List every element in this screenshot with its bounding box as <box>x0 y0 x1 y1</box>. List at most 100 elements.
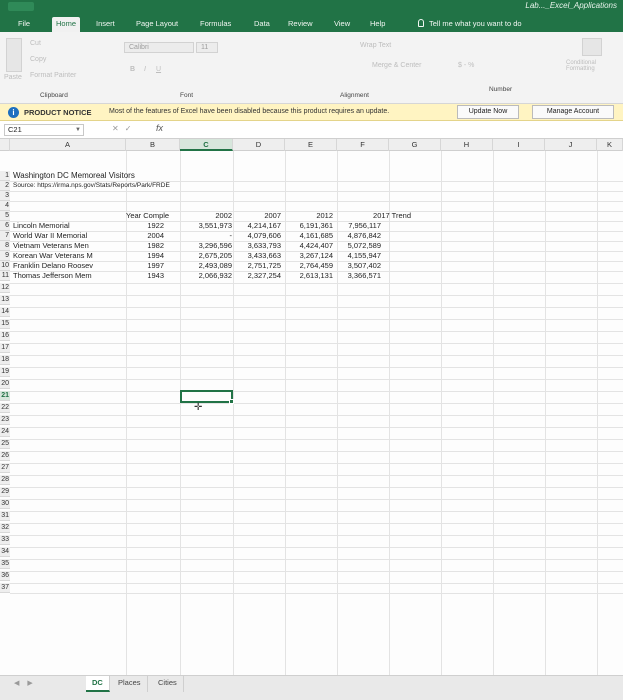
column-header-i[interactable]: I <box>493 139 545 151</box>
row-header[interactable]: 37 <box>0 583 10 593</box>
row-header[interactable]: 23 <box>0 415 10 425</box>
chevron-down-icon[interactable]: ▼ <box>75 125 81 135</box>
cell-2007[interactable]: 3,633,793 <box>233 241 281 251</box>
copy-button[interactable]: Copy <box>30 56 46 63</box>
cell-2002[interactable]: - <box>180 231 233 241</box>
cell-2002[interactable]: 2,066,932 <box>180 271 232 281</box>
italic-button[interactable]: I <box>144 66 146 73</box>
row-header[interactable]: 20 <box>0 379 10 389</box>
column-header-d[interactable]: D <box>233 139 285 151</box>
cell-year[interactable]: 1922 <box>126 221 164 231</box>
header-2017-trend[interactable]: 2017 Trend <box>337 211 411 221</box>
cell-2017[interactable]: 3,366,571 <box>337 271 381 281</box>
cell-name[interactable]: Lincoln Memorial <box>13 221 125 231</box>
row-header[interactable]: 9 <box>0 251 10 261</box>
row-header[interactable]: 19 <box>0 367 10 377</box>
conditional-formatting-icon[interactable] <box>582 38 602 56</box>
source-cell[interactable]: Source: https://irma.nps.gov/Stats/Repor… <box>13 181 170 191</box>
row-header[interactable]: 1 <box>0 171 10 181</box>
cell-name[interactable]: Korean War Veterans M <box>13 251 125 261</box>
row-header[interactable]: 11 <box>0 271 10 281</box>
column-header-e[interactable]: E <box>285 139 337 151</box>
cell-2017[interactable]: 4,155,947 <box>337 251 381 261</box>
row-header[interactable]: 36 <box>0 571 10 581</box>
column-header-c[interactable]: C <box>180 139 233 151</box>
row-header[interactable]: 15 <box>0 319 10 329</box>
cell-name[interactable]: Thomas Jefferson Mem <box>13 271 125 281</box>
cell-2007[interactable]: 4,079,606 <box>233 231 281 241</box>
row-header[interactable]: 29 <box>0 487 10 497</box>
column-header-a[interactable]: A <box>10 139 126 151</box>
cell-name[interactable]: World War II Memorial <box>13 231 125 241</box>
column-header-g[interactable]: G <box>389 139 441 151</box>
cell-2007[interactable]: 2,327,254 <box>233 271 281 281</box>
fill-handle[interactable] <box>229 399 234 404</box>
tab-home[interactable]: Home <box>52 17 81 32</box>
column-header-f[interactable]: F <box>337 139 389 151</box>
cell-2002[interactable]: 2,675,205 <box>180 251 232 261</box>
select-all-corner[interactable] <box>0 139 10 151</box>
font-size-select[interactable]: 11 <box>196 42 218 53</box>
underline-button[interactable]: U <box>156 66 161 73</box>
row-header[interactable]: 24 <box>0 427 10 437</box>
header-year-complete[interactable]: Year Comple <box>126 211 180 221</box>
cell-year[interactable]: 1994 <box>126 251 164 261</box>
tab-file[interactable]: File <box>14 17 34 32</box>
row-header[interactable]: 2 <box>0 181 10 191</box>
tab-help[interactable]: Help <box>366 17 389 32</box>
active-cell-selection[interactable] <box>180 390 234 404</box>
row-header[interactable]: 3 <box>0 191 10 201</box>
header-2002[interactable]: 2002 <box>180 211 232 221</box>
row-header[interactable]: 33 <box>0 535 10 545</box>
column-header-k[interactable]: K <box>597 139 623 151</box>
row-header[interactable]: 32 <box>0 523 10 533</box>
row-header[interactable]: 5 <box>0 211 10 221</box>
row-header[interactable]: 10 <box>0 261 10 271</box>
header-2007[interactable]: 2007 <box>233 211 281 221</box>
row-header[interactable]: 7 <box>0 231 10 241</box>
column-header-b[interactable]: B <box>126 139 180 151</box>
cell-year[interactable]: 1943 <box>126 271 164 281</box>
cell-2012[interactable]: 2,613,131 <box>285 271 333 281</box>
wrap-text-button[interactable]: Wrap Text <box>360 42 391 49</box>
row-header[interactable]: 12 <box>0 283 10 293</box>
cell-2002[interactable]: 2,493,089 <box>180 261 232 271</box>
tell-me-search[interactable]: Tell me what you want to do <box>418 17 522 30</box>
cell-2012[interactable]: 4,161,685 <box>285 231 333 241</box>
column-header-h[interactable]: H <box>441 139 493 151</box>
paste-button[interactable] <box>6 38 22 72</box>
tab-page-layout[interactable]: Page Layout <box>132 17 182 32</box>
number-format-buttons[interactable]: $ - % <box>458 62 474 69</box>
row-header[interactable]: 6 <box>0 221 10 231</box>
cell-2017[interactable]: 3,507,402 <box>337 261 381 271</box>
manage-account-button[interactable]: Manage Account <box>532 105 614 119</box>
tab-formulas[interactable]: Formulas <box>196 17 235 32</box>
cell-name[interactable]: Franklin Delano Roosev <box>13 261 125 271</box>
fx-icon[interactable]: fx <box>156 123 163 133</box>
merge-center-button[interactable]: Merge & Center <box>372 62 421 69</box>
header-2012[interactable]: 2012 <box>285 211 333 221</box>
row-header[interactable]: 27 <box>0 463 10 473</box>
cell-2017[interactable]: 7,956,117 <box>337 221 381 231</box>
sheet-tab-dc[interactable]: DC <box>86 676 110 692</box>
row-header[interactable]: 4 <box>0 201 10 211</box>
tab-view[interactable]: View <box>330 17 354 32</box>
sheet-title-cell[interactable]: Washington DC Memoreal Visitors <box>13 171 135 181</box>
cut-button[interactable]: Cut <box>30 40 41 47</box>
cell-year[interactable]: 1997 <box>126 261 164 271</box>
row-header[interactable]: 28 <box>0 475 10 485</box>
cell-2012[interactable]: 2,764,459 <box>285 261 333 271</box>
worksheet-grid[interactable]: 1 2 3 4 5 6 7 8 9 10 11 12 13 14 15 16 1… <box>0 151 623 675</box>
bold-button[interactable]: B <box>130 66 135 73</box>
cell-2002[interactable]: 3,551,973 <box>180 221 232 231</box>
tab-insert[interactable]: Insert <box>92 17 119 32</box>
cell-name[interactable]: Vietnam Veterans Men <box>13 241 125 251</box>
cell-2017[interactable]: 4,876,842 <box>337 231 381 241</box>
conditional-formatting-button[interactable]: Conditional Formatting <box>566 60 622 72</box>
format-painter-button[interactable]: Format Painter <box>30 72 76 79</box>
update-now-button[interactable]: Update Now <box>457 105 519 119</box>
cell-2012[interactable]: 3,267,124 <box>285 251 333 261</box>
row-header[interactable]: 17 <box>0 343 10 353</box>
cell-2002[interactable]: 3,296,596 <box>180 241 232 251</box>
sheet-nav-arrows-icon[interactable]: ◀▶ <box>14 679 41 687</box>
